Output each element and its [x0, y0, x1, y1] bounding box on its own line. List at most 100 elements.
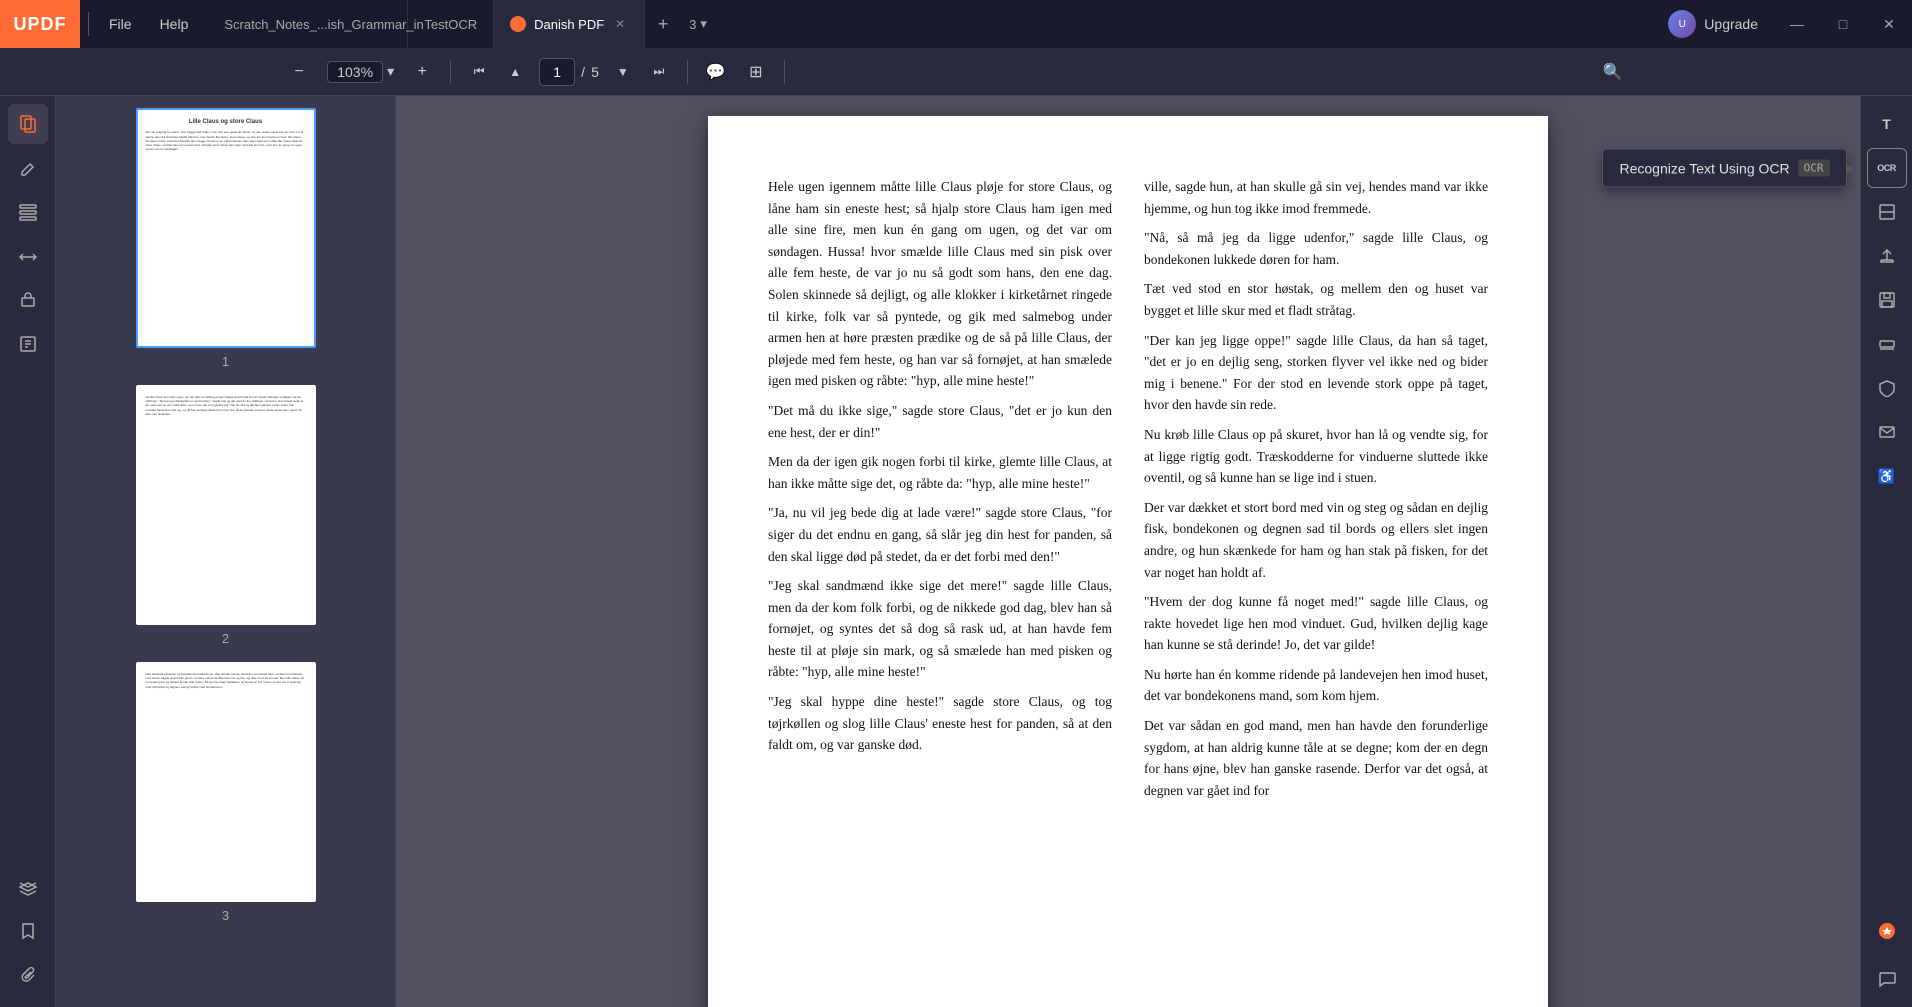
pdf-para-r3: Tæt ved stod en stor høstak, og mellem d… — [1144, 278, 1488, 321]
last-page-button[interactable]: ⏭ — [643, 56, 675, 88]
zoom-display: 103% ▾ — [319, 61, 402, 83]
pdf-para-r4: "Der kan jeg ligge oppe!" sagde lille Cl… — [1144, 330, 1488, 416]
right-sidebar-chat-icon[interactable] — [1867, 959, 1907, 999]
first-page-button[interactable]: ⏮ — [463, 56, 495, 88]
zoom-out-button[interactable]: − — [283, 56, 315, 88]
tab-danish[interactable]: Danish PDF ✕ — [494, 0, 645, 48]
titlebar-menu: File Help — [97, 12, 200, 36]
tab-scratch-label: Scratch_Notes_...ish_Grammar_in — [224, 17, 423, 32]
close-button[interactable]: ✕ — [1866, 0, 1912, 48]
toolbar-sep-2 — [687, 60, 688, 84]
right-sidebar-text-icon[interactable]: T — [1867, 104, 1907, 144]
ocr-tooltip: Recognize Text Using OCR OCR — [1602, 149, 1846, 188]
right-sidebar-mail-icon[interactable] — [1867, 412, 1907, 452]
right-sidebar-share-icon[interactable] — [1867, 236, 1907, 276]
thumbnail-page-3: Han bankede på døren og bondekonen lukke… — [136, 662, 316, 902]
sidebar-layers-icon[interactable] — [8, 867, 48, 907]
zoom-controls: − 103% ▾ + — [283, 56, 438, 88]
page-nav-top: ⏮ ▲ — [463, 56, 531, 88]
toolbar-sep-3 — [784, 60, 785, 84]
right-sidebar: T OCR Recognize Text Using OCR OCR ♿ — [1860, 96, 1912, 1007]
pdf-para-3: Men da der igen gik nogen forbi til kirk… — [768, 451, 1112, 494]
sidebar-bookmark-icon[interactable] — [8, 911, 48, 951]
toolbar: − 103% ▾ + ⏮ ▲ / 5 ▼ ⏭ 💬 ⊞ 🔍 — [0, 48, 1912, 96]
tab-testocr-label: TestOCR — [424, 17, 477, 32]
ocr-tooltip-text: Recognize Text Using OCR — [1619, 160, 1789, 176]
left-sidebar — [0, 96, 56, 1007]
right-sidebar-ocr-button[interactable]: OCR — [1867, 148, 1907, 188]
sidebar-edit-icon[interactable] — [8, 148, 48, 188]
right-sidebar-accessibility-icon[interactable]: ♿ — [1867, 456, 1907, 496]
zoom-in-button[interactable]: + — [406, 56, 438, 88]
toolbar-sep-1 — [450, 60, 451, 84]
pdf-para-2: "Det må du ikke sige," sagde store Claus… — [768, 400, 1112, 443]
zoom-value[interactable]: 103% — [327, 61, 383, 83]
menu-file[interactable]: File — [97, 12, 144, 36]
thumbnail-content-2: Da lille Claus kom hjem igen, var der ik… — [138, 387, 314, 623]
thumbnail-number-1: 1 — [222, 354, 229, 369]
thumbnail-number-2: 2 — [222, 631, 229, 646]
pdf-para-r9: Det var sådan en god mand, men han havde… — [1144, 715, 1488, 801]
maximize-button[interactable]: □ — [1820, 0, 1866, 48]
thumbnail-content-1: Lille Claus og store Claus Der var engan… — [138, 110, 314, 346]
pdf-para-r2: "Nå, så må jeg da ligge udenfor," sagde … — [1144, 227, 1488, 270]
tab-count-value: 3 — [689, 17, 696, 32]
thumbnail-page-2: Da lille Claus kom hjem igen, var der ik… — [136, 385, 316, 625]
sidebar-organize-icon[interactable] — [8, 192, 48, 232]
tab-add-button[interactable]: + — [645, 6, 681, 42]
pdf-para-4: "Ja, nu vil jeg bede dig at lade være!" … — [768, 502, 1112, 567]
right-sidebar-star-icon[interactable] — [1867, 911, 1907, 951]
app-logo: UPDF — [0, 0, 80, 48]
comment-button[interactable]: 💬 — [700, 56, 732, 88]
menu-help[interactable]: Help — [148, 12, 201, 36]
pdf-para-r5: Nu krøb lille Claus op på skuret, hvor h… — [1144, 424, 1488, 489]
pdf-page: Hele ugen igennem måtte lille Claus pløj… — [708, 116, 1548, 1007]
search-button[interactable]: 🔍 — [1597, 56, 1629, 88]
titlebar: UPDF File Help Scratch_Notes_...ish_Gram… — [0, 0, 1912, 48]
right-sidebar-scan-icon[interactable] — [1867, 192, 1907, 232]
page-number-input[interactable] — [539, 58, 575, 86]
right-sidebar-protect-icon[interactable] — [1867, 368, 1907, 408]
sidebar-stamp-icon[interactable] — [8, 280, 48, 320]
sidebar-extract-icon[interactable] — [8, 324, 48, 364]
page-nav-bottom: ▼ ⏭ — [607, 56, 675, 88]
tab-scratch[interactable]: Scratch_Notes_...ish_Grammar_in — [208, 0, 408, 48]
upgrade-label: Upgrade — [1704, 16, 1758, 32]
tab-counter[interactable]: 3 ▾ — [681, 16, 715, 32]
ocr-tooltip-container: OCR Recognize Text Using OCR OCR — [1867, 148, 1907, 188]
prev-page-button[interactable]: ▲ — [499, 56, 531, 88]
right-sidebar-redact-icon[interactable] — [1867, 324, 1907, 364]
pdf-para-r7: "Hvem der dog kunne få noget med!" sagde… — [1144, 591, 1488, 656]
pdf-main[interactable]: Hele ugen igennem måtte lille Claus pløj… — [396, 96, 1860, 1007]
tab-testocr[interactable]: TestOCR — [408, 0, 494, 48]
sidebar-pages-icon[interactable] — [8, 104, 48, 144]
sidebar-convert-icon[interactable] — [8, 236, 48, 276]
thumbnail-1[interactable]: Lille Claus og store Claus Der var engan… — [68, 108, 383, 369]
thumbnail-panel: Lille Claus og store Claus Der var engan… — [56, 96, 396, 1007]
user-avatar: U — [1668, 10, 1696, 38]
sidebar-attachment-icon[interactable] — [8, 955, 48, 995]
pdf-para-6: "Jeg skal hyppe dine heste!" sagde store… — [768, 691, 1112, 756]
pdf-para-5: "Jeg skal sandmænd ikke sige det mere!" … — [768, 575, 1112, 683]
tabs-bar: Scratch_Notes_...ish_Grammar_in TestOCR … — [208, 0, 1652, 48]
minimize-button[interactable]: — — [1774, 0, 1820, 48]
titlebar-separator — [88, 12, 89, 36]
pdf-para-1: Hele ugen igennem måtte lille Claus pløj… — [768, 176, 1112, 392]
layout-button[interactable]: ⊞ — [740, 56, 772, 88]
next-page-button[interactable]: ▼ — [607, 56, 639, 88]
upgrade-button[interactable]: U Upgrade — [1652, 4, 1774, 44]
pdf-left-col: Hele ugen igennem måtte lille Claus pløj… — [768, 176, 1112, 809]
thumbnail-3[interactable]: Han bankede på døren og bondekonen lukke… — [68, 662, 383, 923]
pdf-content: Hele ugen igennem måtte lille Claus pløj… — [768, 176, 1488, 809]
page-sep: / — [581, 64, 585, 80]
thumbnail-number-3: 3 — [222, 908, 229, 923]
page-total: 5 — [591, 64, 599, 80]
tab-close-button[interactable]: ✕ — [612, 16, 628, 32]
pdf-right-col: ville, sagde hun, at han skulle gå sin v… — [1144, 176, 1488, 809]
thumbnail-2[interactable]: Da lille Claus kom hjem igen, var der ik… — [68, 385, 383, 646]
right-sidebar-save-icon[interactable] — [1867, 280, 1907, 320]
pdf-para-r8: Nu hørte han én komme ridende på landeve… — [1144, 664, 1488, 707]
tab-active-indicator — [510, 16, 526, 32]
zoom-dropdown-icon[interactable]: ▾ — [387, 63, 394, 80]
tab-chevron-icon: ▾ — [700, 16, 707, 32]
